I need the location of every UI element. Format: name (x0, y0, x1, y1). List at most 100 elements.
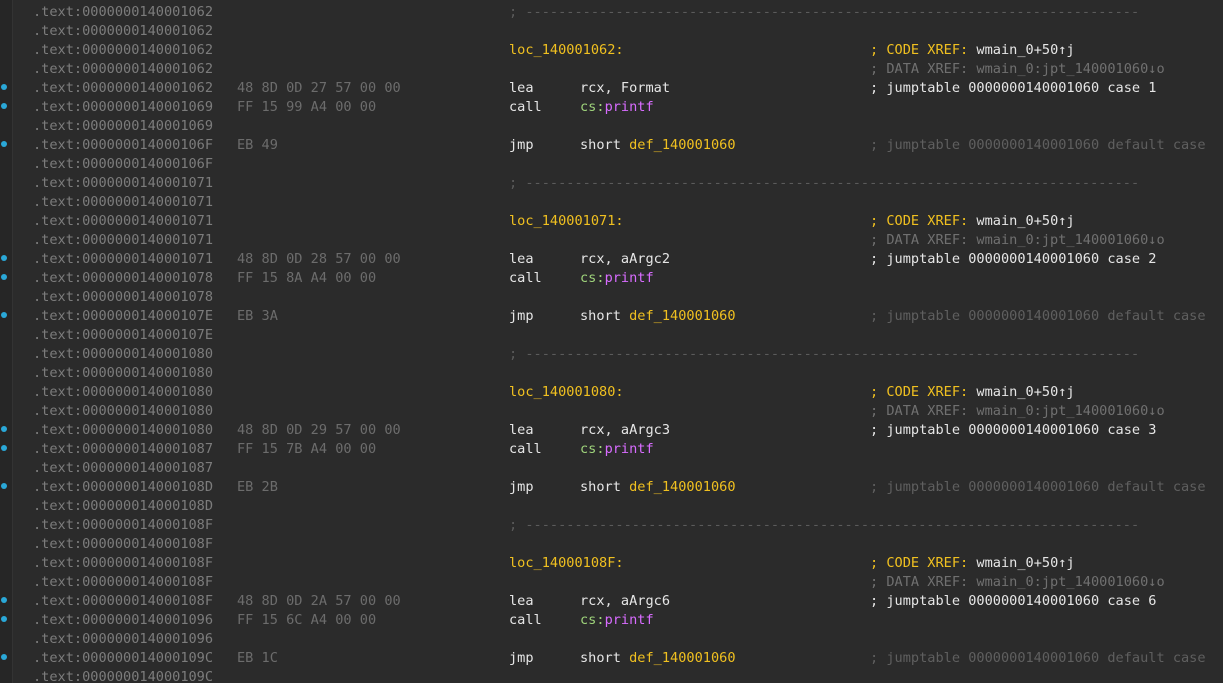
disasm-line[interactable]: .text:0000000140001071 ; DATA XREF: wmain… (0, 231, 1223, 250)
breakpoint-dot-icon[interactable] (1, 445, 7, 451)
disasm-line[interactable]: .text:0000000140001069 FF 15 99 A4 00 00 c… (0, 98, 1223, 117)
disasm-line[interactable]: .text:0000000140001062 (0, 22, 1223, 41)
instruction-operands[interactable]: cs:printf (580, 98, 654, 117)
operand-text[interactable]: rcx, Format (580, 80, 670, 96)
code-label[interactable]: loc_14000108F: (509, 554, 624, 573)
disasm-line[interactable]: .text:000000014000108F ; DATA XREF: wmain… (0, 573, 1223, 592)
line-address[interactable]: .text:0000000140001062 (33, 79, 213, 98)
disasm-line[interactable]: .text:000000014000106F EB 49 jmp short def_… (0, 136, 1223, 155)
breakpoint-dot-icon[interactable] (1, 312, 7, 318)
line-address[interactable]: .text:000000014000107E (33, 326, 213, 345)
jump-target[interactable]: def_140001060 (629, 308, 735, 324)
jump-target[interactable]: def_140001060 (629, 137, 735, 153)
code-label[interactable]: loc_140001062: (509, 41, 624, 60)
function-name[interactable]: printf (605, 441, 654, 457)
instruction-operands[interactable]: short def_140001060 (580, 478, 736, 497)
instruction-mnemonic[interactable]: lea (509, 592, 534, 611)
operand-text[interactable]: short (580, 479, 629, 495)
disasm-line[interactable]: .text:0000000140001071 loc_140001071: ; CO… (0, 212, 1223, 231)
function-name[interactable]: printf (605, 612, 654, 628)
code-label[interactable]: loc_140001071: (509, 212, 624, 231)
breakpoint-dot-icon[interactable] (1, 426, 7, 432)
instruction-operands[interactable]: rcx, aArgc6 (580, 592, 670, 611)
line-address[interactable]: .text:0000000140001078 (33, 288, 213, 307)
instruction-mnemonic[interactable]: jmp (509, 136, 534, 155)
instruction-mnemonic[interactable]: call (509, 611, 542, 630)
instruction-mnemonic[interactable]: call (509, 269, 542, 288)
instruction-mnemonic[interactable]: jmp (509, 307, 534, 326)
instruction-operands[interactable]: cs:printf (580, 269, 654, 288)
operand-text[interactable]: short (580, 137, 629, 153)
disasm-line[interactable]: .text:000000014000108F (0, 535, 1223, 554)
instruction-operands[interactable]: short def_140001060 (580, 649, 736, 668)
instruction-operands[interactable]: short def_140001060 (580, 307, 736, 326)
line-address[interactable]: .text:000000014000108F (33, 535, 213, 554)
disasm-line[interactable]: .text:0000000140001096 FF 15 6C A4 00 00 c… (0, 611, 1223, 630)
line-address[interactable]: .text:0000000140001071 (33, 250, 213, 269)
instruction-operands[interactable]: short def_140001060 (580, 136, 736, 155)
line-address[interactable]: .text:0000000140001062 (33, 41, 213, 60)
breakpoint-dot-icon[interactable] (1, 141, 7, 147)
code-label[interactable]: loc_140001080: (509, 383, 624, 402)
instruction-operands[interactable]: rcx, aArgc2 (580, 250, 670, 269)
instruction-operands[interactable]: cs:printf (580, 440, 654, 459)
disasm-line[interactable]: .text:0000000140001087 (0, 459, 1223, 478)
xref-target[interactable]: wmain_0+50↑j (976, 42, 1074, 58)
line-address[interactable]: .text:0000000140001096 (33, 630, 213, 649)
disasm-line[interactable]: .text:000000014000107E EB 3A jmp short def_… (0, 307, 1223, 326)
instruction-mnemonic[interactable]: jmp (509, 649, 534, 668)
line-address[interactable]: .text:000000014000108D (33, 497, 213, 516)
operand-text[interactable]: rcx, aArgc6 (580, 593, 670, 609)
instruction-operands[interactable]: rcx, Format (580, 79, 670, 98)
xref-target[interactable]: wmain_0+50↑j (976, 213, 1074, 229)
disasm-line[interactable]: .text:0000000140001080 ; ----------------… (0, 345, 1223, 364)
disasm-line[interactable]: .text:000000014000109C (0, 668, 1223, 683)
disasm-line[interactable]: .text:000000014000108F 48 8D 0D 2A 57 00 … (0, 592, 1223, 611)
breakpoint-dot-icon[interactable] (1, 654, 7, 660)
line-address[interactable]: .text:000000014000108F (33, 554, 213, 573)
line-address[interactable]: .text:0000000140001071 (33, 231, 213, 250)
disasm-line[interactable]: .text:0000000140001062 ; ----------------… (0, 3, 1223, 22)
disasm-line[interactable]: .text:0000000140001069 (0, 117, 1223, 136)
disasm-line[interactable]: .text:0000000140001071 48 8D 0D 28 57 00 … (0, 250, 1223, 269)
instruction-operands[interactable]: cs:printf (580, 611, 654, 630)
line-address[interactable]: .text:000000014000108D (33, 478, 213, 497)
disasm-line[interactable]: .text:0000000140001080 ; DATA XREF: wmain… (0, 402, 1223, 421)
disasm-line[interactable]: .text:000000014000107E (0, 326, 1223, 345)
breakpoint-dot-icon[interactable] (1, 597, 7, 603)
disasm-line[interactable]: .text:000000014000108F ; ----------------… (0, 516, 1223, 535)
disasm-line[interactable]: .text:0000000140001071 ; ----------------… (0, 174, 1223, 193)
disasm-line[interactable]: .text:0000000140001087 FF 15 7B A4 00 00 c… (0, 440, 1223, 459)
jump-target[interactable]: def_140001060 (629, 479, 735, 495)
disasm-line[interactable]: .text:0000000140001062 ; DATA XREF: wmain… (0, 60, 1223, 79)
xref-target[interactable]: wmain_0+50↑j (976, 384, 1074, 400)
operand-text[interactable]: short (580, 650, 629, 666)
disasm-line[interactable]: .text:000000014000108D (0, 497, 1223, 516)
instruction-operands[interactable]: rcx, aArgc3 (580, 421, 670, 440)
disasm-line[interactable]: .text:000000014000109C EB 1C jmp short def_… (0, 649, 1223, 668)
line-address[interactable]: .text:0000000140001062 (33, 3, 213, 22)
line-address[interactable]: .text:0000000140001069 (33, 98, 213, 117)
line-address[interactable]: .text:0000000140001071 (33, 212, 213, 231)
operand-text[interactable]: rcx, aArgc2 (580, 251, 670, 267)
line-address[interactable]: .text:000000014000109C (33, 668, 213, 683)
line-address[interactable]: .text:000000014000108F (33, 592, 213, 611)
disasm-line[interactable]: .text:0000000140001078 FF 15 8A A4 00 00 c… (0, 269, 1223, 288)
operand-text[interactable]: short (580, 308, 629, 324)
breakpoint-dot-icon[interactable] (1, 103, 7, 109)
line-address[interactable]: .text:0000000140001087 (33, 440, 213, 459)
disasm-line[interactable]: .text:000000014000108D EB 2B jmp short def_… (0, 478, 1223, 497)
line-address[interactable]: .text:0000000140001087 (33, 459, 213, 478)
instruction-mnemonic[interactable]: call (509, 98, 542, 117)
breakpoint-dot-icon[interactable] (1, 616, 7, 622)
function-name[interactable]: printf (605, 270, 654, 286)
line-address[interactable]: .text:0000000140001080 (33, 345, 213, 364)
instruction-mnemonic[interactable]: lea (509, 421, 534, 440)
disasm-line[interactable]: .text:0000000140001096 (0, 630, 1223, 649)
line-address[interactable]: .text:000000014000108F (33, 573, 213, 592)
line-address[interactable]: .text:0000000140001062 (33, 60, 213, 79)
disassembly-view[interactable]: .text:0000000140001062 ; ----------------… (0, 0, 1223, 683)
disasm-line[interactable]: .text:0000000140001062 48 8D 0D 27 57 00 … (0, 79, 1223, 98)
disasm-line[interactable]: .text:000000014000106F (0, 155, 1223, 174)
line-address[interactable]: .text:0000000140001071 (33, 193, 213, 212)
